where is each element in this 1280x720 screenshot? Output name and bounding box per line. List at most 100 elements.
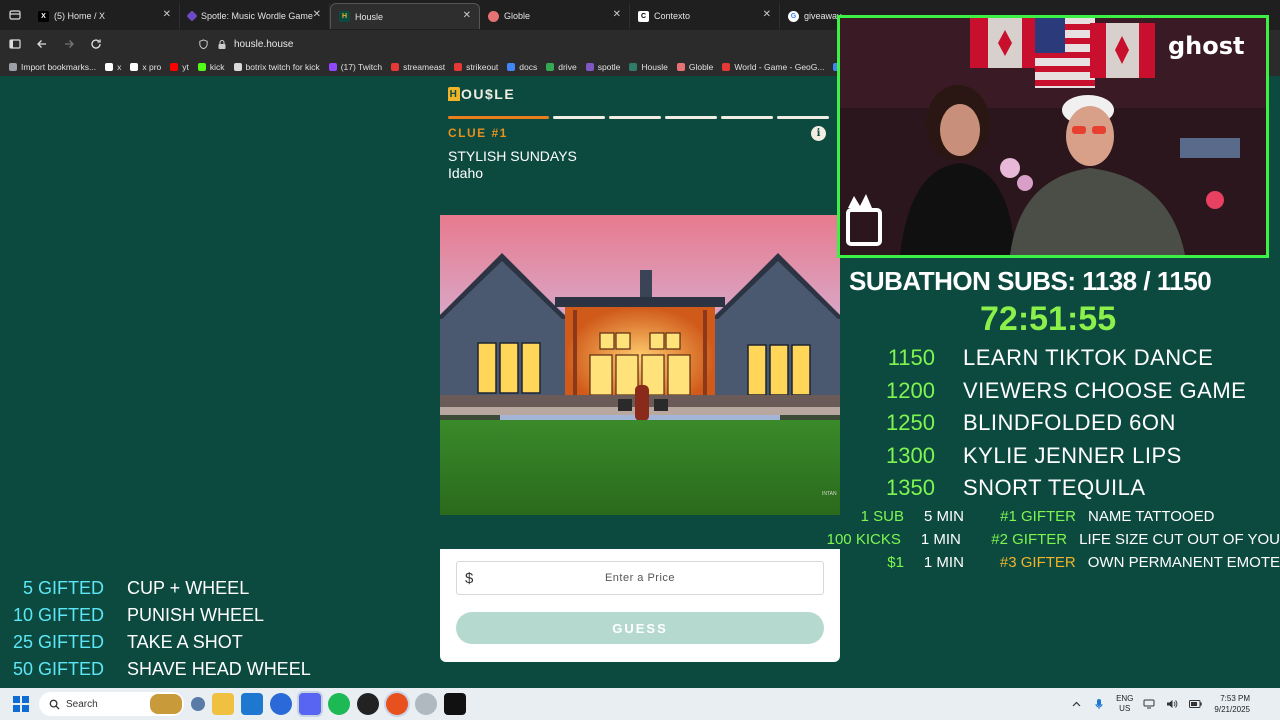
bookmark-item[interactable]: drive xyxy=(546,62,577,72)
network-icon[interactable] xyxy=(1142,697,1156,711)
obs-icon[interactable] xyxy=(357,693,379,715)
bookmark-favicon-icon xyxy=(391,63,400,71)
goal-reward: KYLIE JENNER LIPS xyxy=(963,442,1182,468)
firefox-icon[interactable] xyxy=(386,693,408,715)
gifted-reward: SHAVE HEAD WHEEL xyxy=(127,659,311,679)
info-icon[interactable]: i xyxy=(811,126,826,141)
progress-segment xyxy=(665,116,717,119)
progress-segment xyxy=(777,116,829,119)
gifted-reward: CUP + WHEEL xyxy=(127,578,250,598)
goal-reward: VIEWERS CHOOSE GAME xyxy=(963,377,1247,403)
discord-icon[interactable] xyxy=(299,693,321,715)
close-icon[interactable]: ✕ xyxy=(463,10,471,21)
microphone-icon[interactable] xyxy=(1092,697,1106,711)
housle-icon: H xyxy=(339,11,350,22)
gifted-row: 25 GIFTED TAKE A SHOT xyxy=(0,629,330,656)
bookmark-favicon-icon xyxy=(454,63,463,71)
guess-card: $ GUESS xyxy=(440,549,840,662)
bookmark-item[interactable]: streameast xyxy=(391,62,445,72)
bookmark-item[interactable]: botrix twitch for kick xyxy=(233,62,320,72)
forward-button[interactable] xyxy=(57,32,81,56)
tab-spotle[interactable]: Spotle: Music Wordle Game ✕ xyxy=(180,3,330,29)
webcam-brand-logo: ghost xyxy=(1168,32,1245,60)
sidebar-toggle-button[interactable] xyxy=(3,32,27,56)
volume-icon[interactable] xyxy=(1165,697,1179,711)
reload-button[interactable] xyxy=(84,32,108,56)
rate-row: 1 SUB 5 MIN #1 GIFTER NAME TATTOOED xyxy=(820,505,1280,528)
back-button[interactable] xyxy=(30,32,54,56)
price-input[interactable] xyxy=(457,562,823,594)
address-bar[interactable]: housle.house xyxy=(198,39,294,50)
bookmark-item[interactable]: kick xyxy=(197,62,225,72)
close-icon[interactable]: ✕ xyxy=(613,9,621,20)
bookmark-item[interactable]: Globle xyxy=(676,62,714,72)
clock-app-icon[interactable] xyxy=(415,693,437,715)
file-explorer-icon[interactable] xyxy=(212,693,234,715)
housle-logo[interactable]: H OU$LE xyxy=(448,86,515,102)
tab-x[interactable]: X (5) Home / X ✕ xyxy=(30,3,180,29)
google-icon: G xyxy=(788,10,799,22)
clue-title: STYLISH SUNDAYS xyxy=(448,148,577,164)
tab-globle[interactable]: Globle ✕ xyxy=(480,3,630,29)
gifted-row: 5 GIFTED CUP + WHEEL xyxy=(0,575,330,602)
logo-house-badge: H xyxy=(448,87,460,101)
goal-reward: SNORT TEQUILA xyxy=(963,475,1146,501)
edge-icon[interactable] xyxy=(270,693,292,715)
goal-row: 1300 KYLIE JENNER LIPS xyxy=(860,440,1280,473)
bookmark-item[interactable]: strikeout xyxy=(454,62,498,72)
forward-arrow-icon xyxy=(65,40,74,48)
tab-list-button[interactable] xyxy=(0,0,30,30)
goal-sub-count: 1350 xyxy=(886,475,935,501)
bookmark-item[interactable]: (17) Twitch xyxy=(328,62,382,72)
tab-housle[interactable]: H Housle ✕ xyxy=(330,3,480,29)
settings-gear-icon[interactable] xyxy=(191,697,205,711)
bookmark-item[interactable]: Housle xyxy=(629,62,668,72)
language-indicator[interactable]: ENG US xyxy=(1116,694,1133,714)
rate-row: $1 1 MIN #3 GIFTER OWN PERMANENT EMOTE xyxy=(820,551,1280,574)
bookmark-item[interactable]: docs xyxy=(507,62,537,72)
streaming-app-icon[interactable] xyxy=(444,693,466,715)
gifter-rank: #1 GIFTER xyxy=(1000,508,1076,525)
bookmark-label: x pro xyxy=(142,62,162,72)
progress-segment xyxy=(609,116,661,119)
sub-goals-list: 1150 LEARN TIKTOK DANCE 1200 VIEWERS CHOOSE… xyxy=(860,342,1280,505)
bookmark-item[interactable]: x pro xyxy=(130,62,161,72)
bookmark-label: Import bookmarks... xyxy=(21,62,97,72)
store-icon[interactable] xyxy=(241,693,263,715)
system-clock[interactable]: 7:53 PM 9/21/2025 xyxy=(1214,693,1250,715)
battery-icon[interactable] xyxy=(1188,697,1202,711)
bookmark-label: botrix twitch for kick xyxy=(245,62,320,72)
bookmark-item[interactable]: Import bookmarks... xyxy=(9,62,96,72)
taskbar-search[interactable]: Search xyxy=(39,692,184,716)
close-icon[interactable]: ✕ xyxy=(163,9,171,20)
sidebar-icon xyxy=(9,39,21,49)
gifted-rewards-list: 5 GIFTED CUP + WHEEL 10 GIFTED PUNISH WHEEL… xyxy=(0,575,330,683)
bookmark-item[interactable]: spotle xyxy=(585,62,620,72)
rate-time: 1 MIN xyxy=(923,554,964,571)
close-icon[interactable]: ✕ xyxy=(763,9,771,20)
gifted-count: 5 GIFTED xyxy=(22,578,104,598)
bookmark-item[interactable]: World - Game - GeoG... xyxy=(722,62,824,72)
bookmark-item[interactable]: x xyxy=(105,62,121,72)
system-tray: ENG US 7:53 PM 9/21/2025 xyxy=(1060,688,1280,720)
goal-row: 1200 VIEWERS CHOOSE GAME xyxy=(860,375,1280,408)
close-icon[interactable]: ✕ xyxy=(313,9,321,20)
windows-start-icon[interactable] xyxy=(13,696,29,712)
gifter-reward: NAME TATTOOED xyxy=(1088,508,1215,525)
gifted-count: 10 GIFTED xyxy=(12,605,104,625)
guess-button[interactable]: GUESS xyxy=(456,612,824,644)
bookmark-item[interactable]: yt xyxy=(170,62,189,72)
chevron-up-icon[interactable] xyxy=(1069,697,1083,711)
tab-contexto[interactable]: C Contexto ✕ xyxy=(630,3,780,29)
goal-sub-count: 1300 xyxy=(886,442,935,468)
goal-sub-count: 1150 xyxy=(887,345,935,371)
svg-text:INTAN: INTAN xyxy=(822,491,837,497)
price-field[interactable]: $ xyxy=(456,561,824,595)
tab-label: giveaway xyxy=(804,11,842,21)
goal-reward: LEARN TIKTOK DANCE xyxy=(963,345,1214,371)
tab-label: Housle xyxy=(355,11,384,22)
bookmark-label: Globle xyxy=(688,62,714,72)
gifted-count: 25 GIFTED xyxy=(12,632,104,652)
bookmark-favicon-icon xyxy=(546,63,555,71)
spotify-icon[interactable] xyxy=(328,693,350,715)
